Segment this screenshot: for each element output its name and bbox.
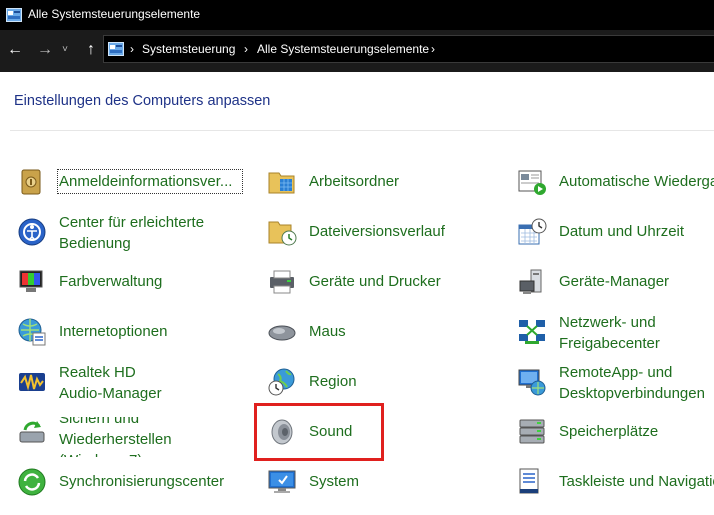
cp-item-work-folders[interactable]: Arbeitsordner: [267, 167, 512, 215]
cp-item-device-manager[interactable]: Geräte-Manager: [517, 267, 714, 315]
cp-item-label: Internetoptionen: [59, 323, 168, 340]
cp-item-label: Region: [309, 373, 357, 390]
devices-printers-icon: [270, 270, 294, 294]
realtek-audio-icon: [19, 373, 45, 391]
cp-item-file-history[interactable]: Dateiversionsverlauf: [267, 217, 512, 265]
cp-item-sync-center[interactable]: Synchronisierungscenter: [17, 467, 262, 515]
file-history-icon: [268, 221, 297, 246]
control-panel-icon: [6, 8, 22, 22]
cp-item-label: Realtek HD Audio-Manager: [59, 364, 162, 402]
cp-item-ease-of-access[interactable]: Center für erleichterte Bedienung: [17, 214, 262, 265]
remoteapp-icon: [518, 369, 546, 396]
date-time-icon: [518, 218, 547, 245]
up-arrow-icon[interactable]: ↑: [80, 40, 102, 62]
cp-item-realtek-audio[interactable]: Realtek HD Audio-Manager: [17, 364, 262, 415]
backup-restore-icon: [19, 421, 45, 443]
cp-item-label: Speicherplätze: [559, 423, 659, 440]
autoplay-icon: [518, 170, 546, 195]
cp-item-storage-spaces[interactable]: Speicherplätze: [517, 417, 714, 465]
focus-rectangle: [57, 169, 243, 194]
work-folders-icon: [268, 172, 295, 194]
storage-spaces-icon: [519, 419, 545, 444]
cp-item-label: Taskleiste und Navigation: [559, 473, 714, 490]
breadcrumb-systemsteuerung[interactable]: Systemsteuerung: [142, 42, 235, 56]
chevron-right-icon[interactable]: ›: [431, 42, 435, 56]
control-panel-icon: [108, 42, 124, 56]
cp-item-label: RemoteApp- und Desktopverbindungen: [559, 364, 705, 402]
cp-item-label: Netzwerk- und Freigabecenter: [559, 314, 660, 352]
chevron-right-icon[interactable]: ›: [130, 42, 134, 56]
mouse-icon: [268, 325, 296, 341]
network-sharing-icon: [519, 320, 545, 344]
back-arrow-icon[interactable]: ←: [4, 40, 26, 62]
credential-vault-icon: [21, 169, 41, 195]
cp-item-devices-printers[interactable]: Geräte und Drucker: [267, 267, 512, 315]
cp-item-system[interactable]: System: [267, 467, 512, 515]
cp-item-network-sharing[interactable]: Netzwerk- und Freigabecenter: [517, 314, 714, 365]
window-title: Alle Systemsteuerungselemente: [28, 7, 201, 21]
taskbar-icon: [519, 468, 539, 494]
chevron-right-icon[interactable]: ›: [244, 42, 248, 56]
title-bar: Alle Systemsteuerungselemente: [0, 0, 714, 30]
cp-item-label: Sichern und Wiederherstellen (Windows 7): [59, 417, 172, 457]
breadcrumb-alle-elemente[interactable]: Alle Systemsteuerungselemente: [257, 42, 429, 56]
sync-center-icon: [18, 468, 46, 496]
cp-item-label: Geräte und Drucker: [309, 273, 441, 290]
cp-item-label: System: [309, 473, 360, 490]
cp-item-label: Dateiversionsverlauf: [309, 223, 445, 240]
system-icon: [268, 470, 296, 493]
color-management-icon: [19, 270, 43, 292]
cp-item-color-management[interactable]: Farbverwaltung: [17, 267, 262, 315]
page-title: Einstellungen des Computers anpassen: [14, 93, 271, 109]
cp-item-label: Geräte-Manager: [559, 273, 670, 290]
cp-item-internet-options[interactable]: Internetoptionen: [17, 317, 262, 365]
device-manager-icon: [519, 269, 542, 294]
cp-item-label: Synchronisierungscenter: [59, 473, 225, 490]
cp-item-label: Center für erleichterte Bedienung: [59, 214, 205, 252]
cp-item-date-time[interactable]: Datum und Uhrzeit: [517, 217, 714, 265]
cp-item-remoteapp[interactable]: RemoteApp- und Desktopverbindungen: [517, 364, 714, 415]
cp-item-mouse[interactable]: Maus: [267, 317, 512, 365]
cp-item-label: Arbeitsordner: [309, 173, 400, 190]
cp-item-label: Farbverwaltung: [59, 273, 163, 290]
ease-of-access-icon: [18, 218, 46, 246]
recent-locations-chevron-icon[interactable]: ˅: [58, 40, 72, 62]
internet-options-icon: [18, 318, 46, 346]
cp-item-label: Datum und Uhrzeit: [559, 223, 685, 240]
cp-item-backup-restore[interactable]: Sichern und Wiederherstellen (Windows 7): [17, 417, 262, 457]
address-bar[interactable]: › Systemsteuerung › Alle Systemsteuerung…: [103, 35, 714, 63]
highlight-annotation: [254, 403, 384, 461]
cp-item-taskbar[interactable]: Taskleiste und Navigation: [517, 467, 714, 515]
divider: [10, 130, 714, 131]
cp-item-label: Automatische Wiedergabe: [559, 173, 714, 190]
region-icon: [268, 368, 295, 396]
cp-item-label: Maus: [309, 323, 346, 340]
forward-arrow-icon[interactable]: →: [34, 40, 56, 62]
cp-item-autoplay[interactable]: Automatische Wiedergabe: [517, 167, 714, 215]
